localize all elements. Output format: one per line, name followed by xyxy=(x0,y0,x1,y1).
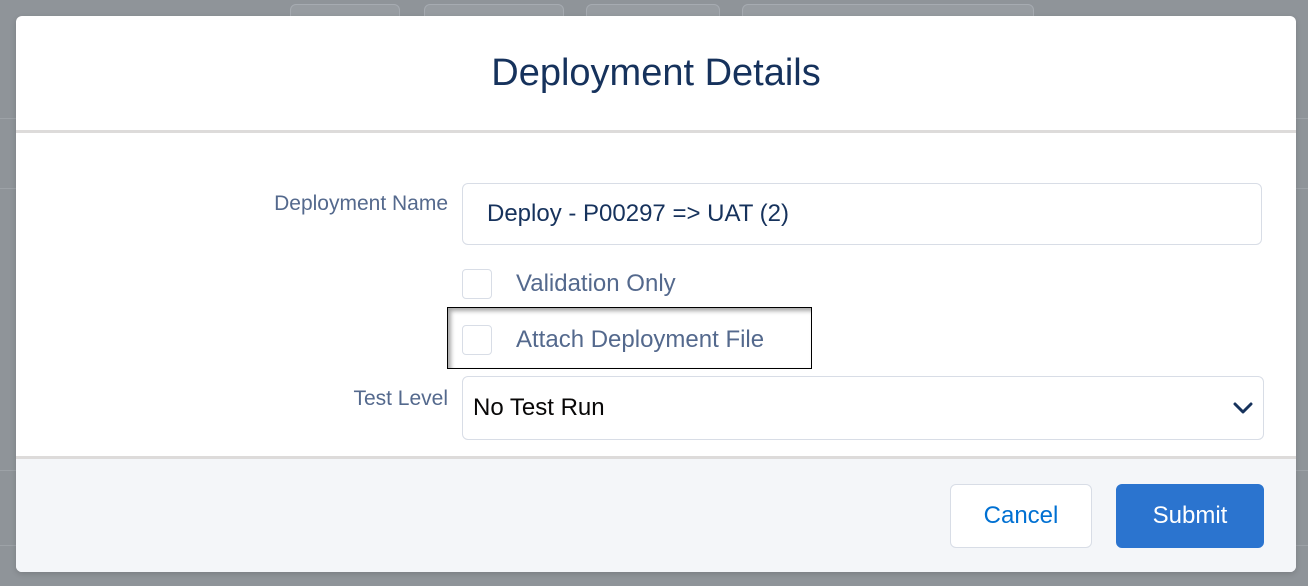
attach-deployment-file-checkbox[interactable] xyxy=(462,325,492,355)
modal-body: Deployment Name Validation Only Attach D… xyxy=(16,133,1296,456)
chevron-down-icon xyxy=(1233,398,1253,418)
validation-only-checkbox[interactable] xyxy=(462,269,492,299)
attach-deployment-file-checkbox-row[interactable]: Attach Deployment File xyxy=(462,320,764,360)
modal-title: Deployment Details xyxy=(491,51,821,94)
test-level-select[interactable]: No Test Run xyxy=(462,376,1264,440)
modal-header: Deployment Details xyxy=(16,16,1296,133)
validation-only-checkbox-row[interactable]: Validation Only xyxy=(462,264,676,304)
deployment-name-label: Deployment Name xyxy=(274,192,448,215)
test-level-selected-value: No Test Run xyxy=(473,394,605,421)
deployment-name-input[interactable] xyxy=(462,183,1262,245)
test-level-label: Test Level xyxy=(353,387,448,410)
deployment-details-modal: Deployment Details Deployment Name Valid… xyxy=(16,16,1296,572)
validation-only-label: Validation Only xyxy=(516,270,676,297)
cancel-button[interactable]: Cancel xyxy=(950,484,1092,548)
submit-button[interactable]: Submit xyxy=(1116,484,1264,548)
attach-deployment-file-label: Attach Deployment File xyxy=(516,326,765,353)
modal-footer: Cancel Submit xyxy=(16,456,1296,572)
